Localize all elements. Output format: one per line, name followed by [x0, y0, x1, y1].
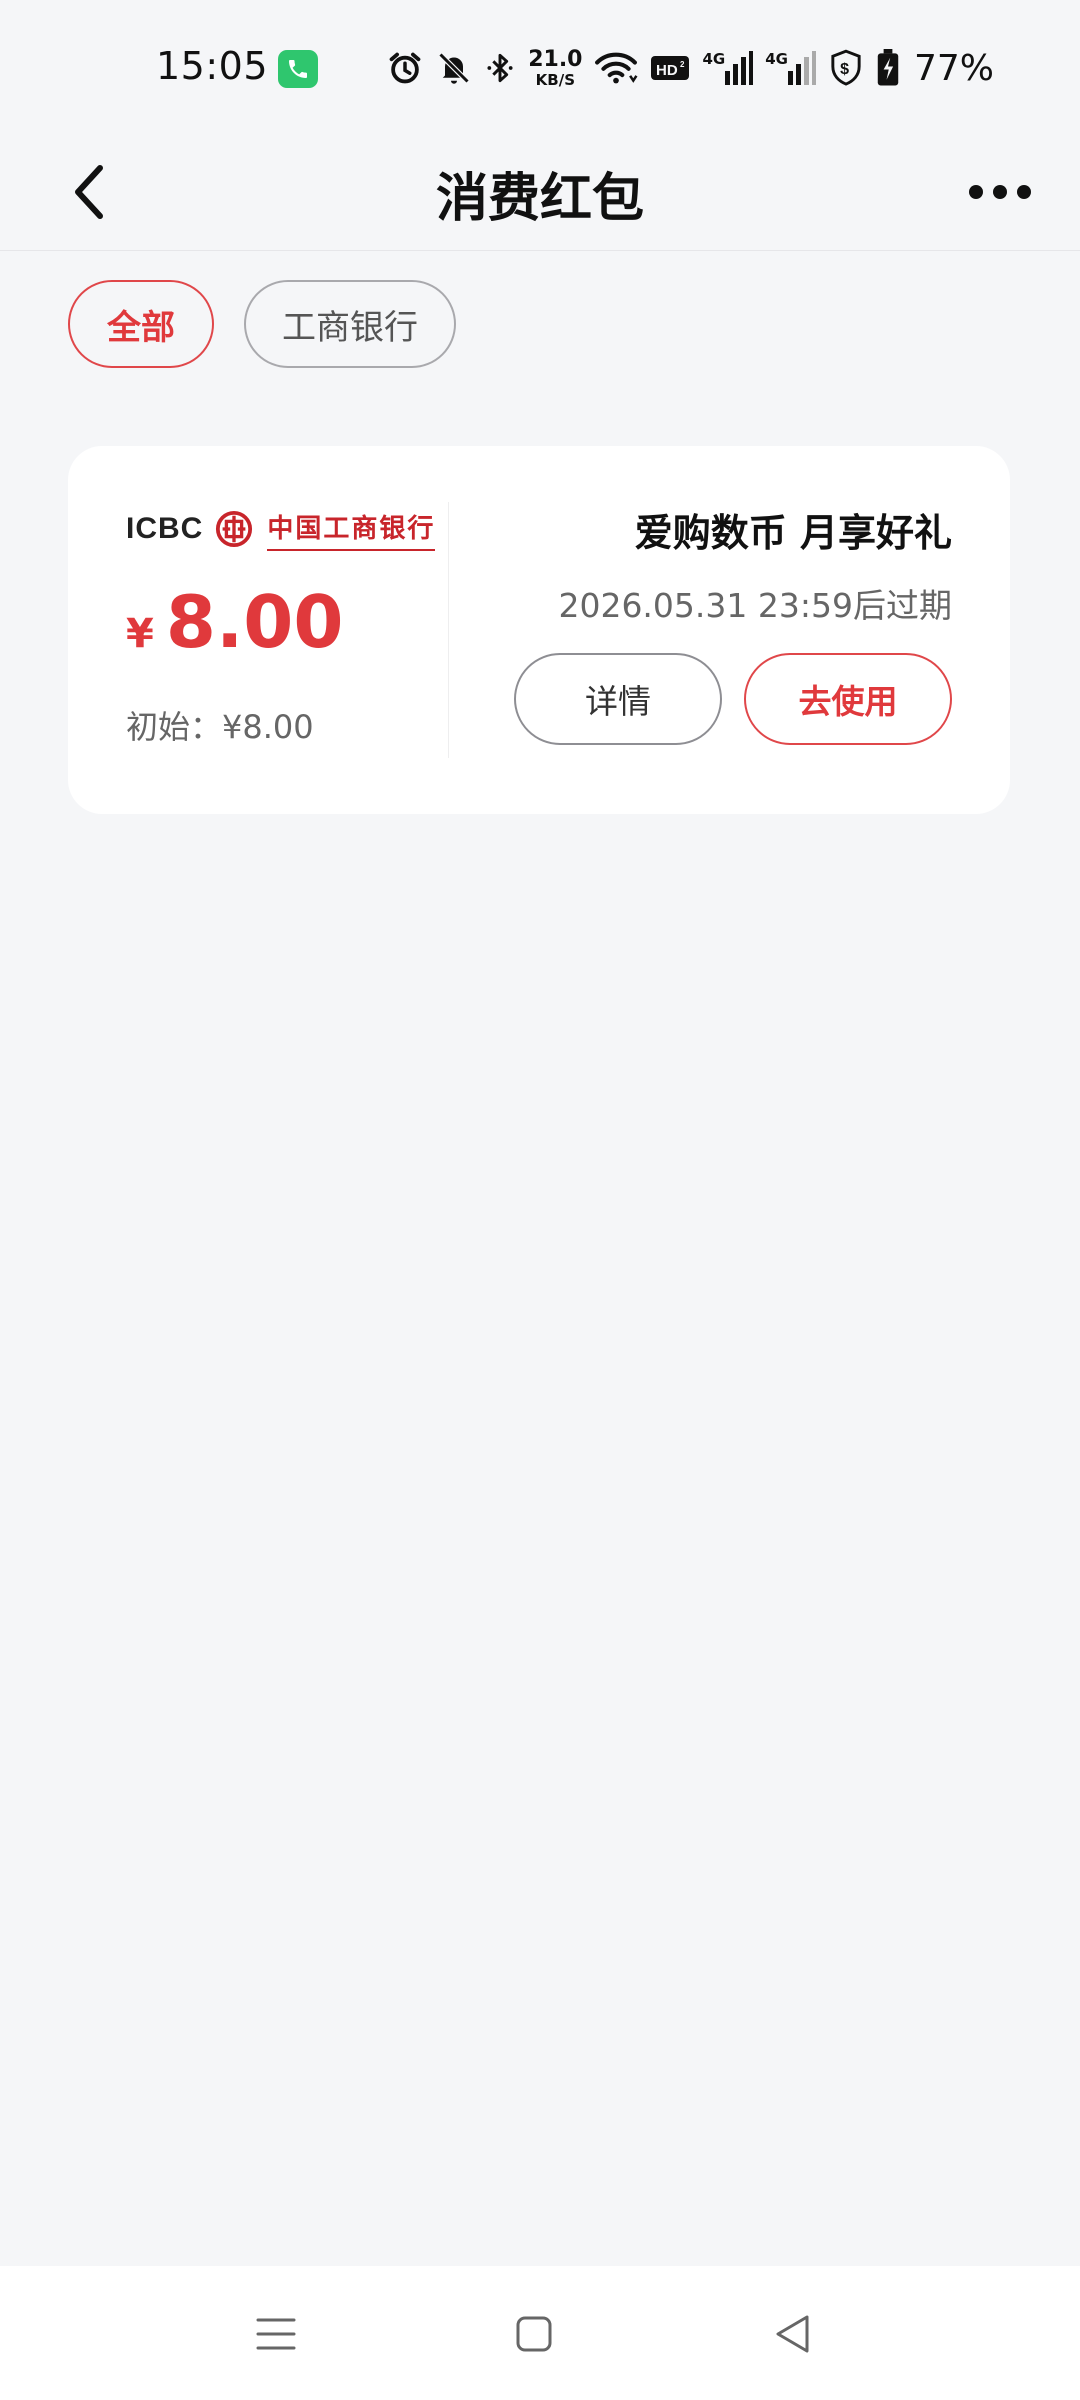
hd-label: HD: [656, 62, 678, 79]
alarm-icon: [386, 46, 424, 90]
signal-icon: 4G: [702, 46, 754, 90]
coupon-card[interactable]: ICBC 中国工商银行 ¥ 8.00 初始：¥8.00 爱购数币 月享好礼 20…: [68, 446, 1010, 814]
status-icons: 21.0 KB/S HD 2 4G 4G $ 77%: [386, 46, 994, 90]
use-button[interactable]: 去使用: [744, 653, 952, 745]
coupon-amount: 8.00: [165, 580, 344, 664]
signal-icon: 4G: [765, 46, 816, 90]
currency-symbol: ¥: [126, 611, 154, 657]
svg-text:$: $: [840, 60, 849, 78]
bank-name: 中国工商银行: [267, 513, 436, 544]
coupon-expiry: 2026.05.31 23:59后过期: [558, 586, 952, 625]
signal-2-label: 4G: [765, 50, 788, 68]
status-time: 15:05: [156, 44, 269, 88]
coupon-right-section: 爱购数币 月享好礼 2026.05.31 23:59后过期 详情 去使用: [482, 502, 952, 745]
card-divider: [448, 502, 449, 758]
filter-chip-icbc[interactable]: 工商银行: [244, 280, 456, 368]
signal-1-label: 4G: [702, 50, 726, 68]
bank-logo-text: ICBC: [126, 512, 204, 545]
detail-button[interactable]: 详情: [514, 653, 722, 745]
coupon-left-section: ICBC 中国工商银行 ¥ 8.00 初始：¥8.00: [126, 506, 502, 748]
coupon-amount-row: ¥ 8.00: [126, 586, 502, 658]
mute-icon: [436, 46, 472, 90]
bluetooth-icon: [484, 46, 516, 90]
coupon-buttons: 详情 去使用: [482, 653, 952, 745]
back-triangle-icon[interactable]: [762, 2304, 822, 2364]
menu-icon[interactable]: [246, 2304, 306, 2364]
header: 消费红包: [0, 134, 1080, 251]
coupon-title: 爱购数币 月享好礼: [634, 511, 952, 555]
more-button[interactable]: [960, 162, 1040, 222]
network-speed-value: 21.0: [528, 46, 583, 72]
shield-icon: $: [828, 46, 864, 90]
bank-logo: ICBC 中国工商银行: [126, 506, 502, 552]
icbc-emblem-icon: [216, 510, 253, 548]
bank-name-underline: 中国工商银行: [267, 508, 436, 551]
battery-percent: 77%: [913, 47, 994, 89]
page-title: 消费红包: [435, 169, 644, 229]
coupon-initial-amount: 初始：¥8.00: [126, 708, 314, 746]
network-speed-unit: KB/S: [535, 70, 576, 89]
network-speed: 21.0 KB/S: [528, 46, 582, 90]
filter-row: 全部 工商银行: [68, 280, 456, 368]
svg-text:2: 2: [680, 60, 685, 69]
filter-chip-all[interactable]: 全部: [68, 280, 214, 368]
more-dots-icon: [969, 185, 1031, 199]
system-nav-bar: [0, 2266, 1080, 2400]
call-active-icon[interactable]: [278, 50, 318, 88]
page: 15:05 21.0 KB/S HD 2 4G 4G $ 77% 消费红包 全部…: [0, 0, 1080, 2400]
home-square-icon[interactable]: [504, 2304, 564, 2364]
wifi-icon: [594, 46, 638, 90]
hd-icon: HD 2: [650, 46, 690, 90]
battery-charging-icon: [876, 46, 900, 90]
status-bar: 15:05 21.0 KB/S HD 2 4G 4G $ 77%: [0, 0, 1080, 134]
